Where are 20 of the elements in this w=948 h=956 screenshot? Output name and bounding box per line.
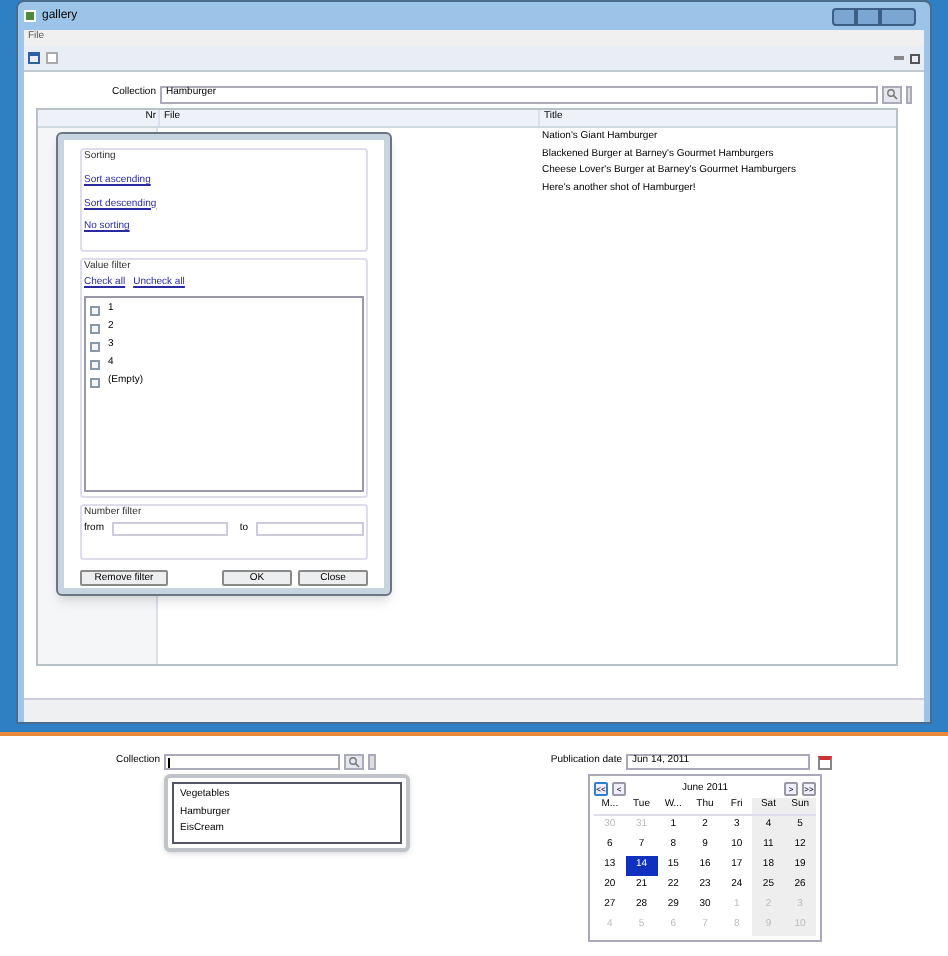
to-field[interactable] <box>256 522 364 537</box>
calendar-icon[interactable] <box>818 755 832 769</box>
search-button[interactable] <box>882 85 902 103</box>
maximize-view-icon[interactable] <box>910 53 920 63</box>
minimize-button[interactable] <box>832 7 856 25</box>
checkbox[interactable] <box>90 341 100 351</box>
from-field[interactable] <box>112 522 228 537</box>
checkbox[interactable] <box>90 377 100 387</box>
checkbox[interactable] <box>90 305 100 315</box>
window-icon[interactable] <box>28 52 40 64</box>
maximize-button[interactable] <box>856 7 880 25</box>
dropdown-button[interactable] <box>368 754 376 770</box>
checkbox[interactable] <box>90 323 100 333</box>
app-icon <box>24 10 36 22</box>
text-cursor <box>168 757 169 767</box>
close-button[interactable] <box>880 7 916 25</box>
search-button[interactable] <box>344 754 364 770</box>
collection-field[interactable] <box>164 754 340 770</box>
checkbox[interactable] <box>90 359 100 369</box>
dropdown-button[interactable] <box>906 85 912 103</box>
